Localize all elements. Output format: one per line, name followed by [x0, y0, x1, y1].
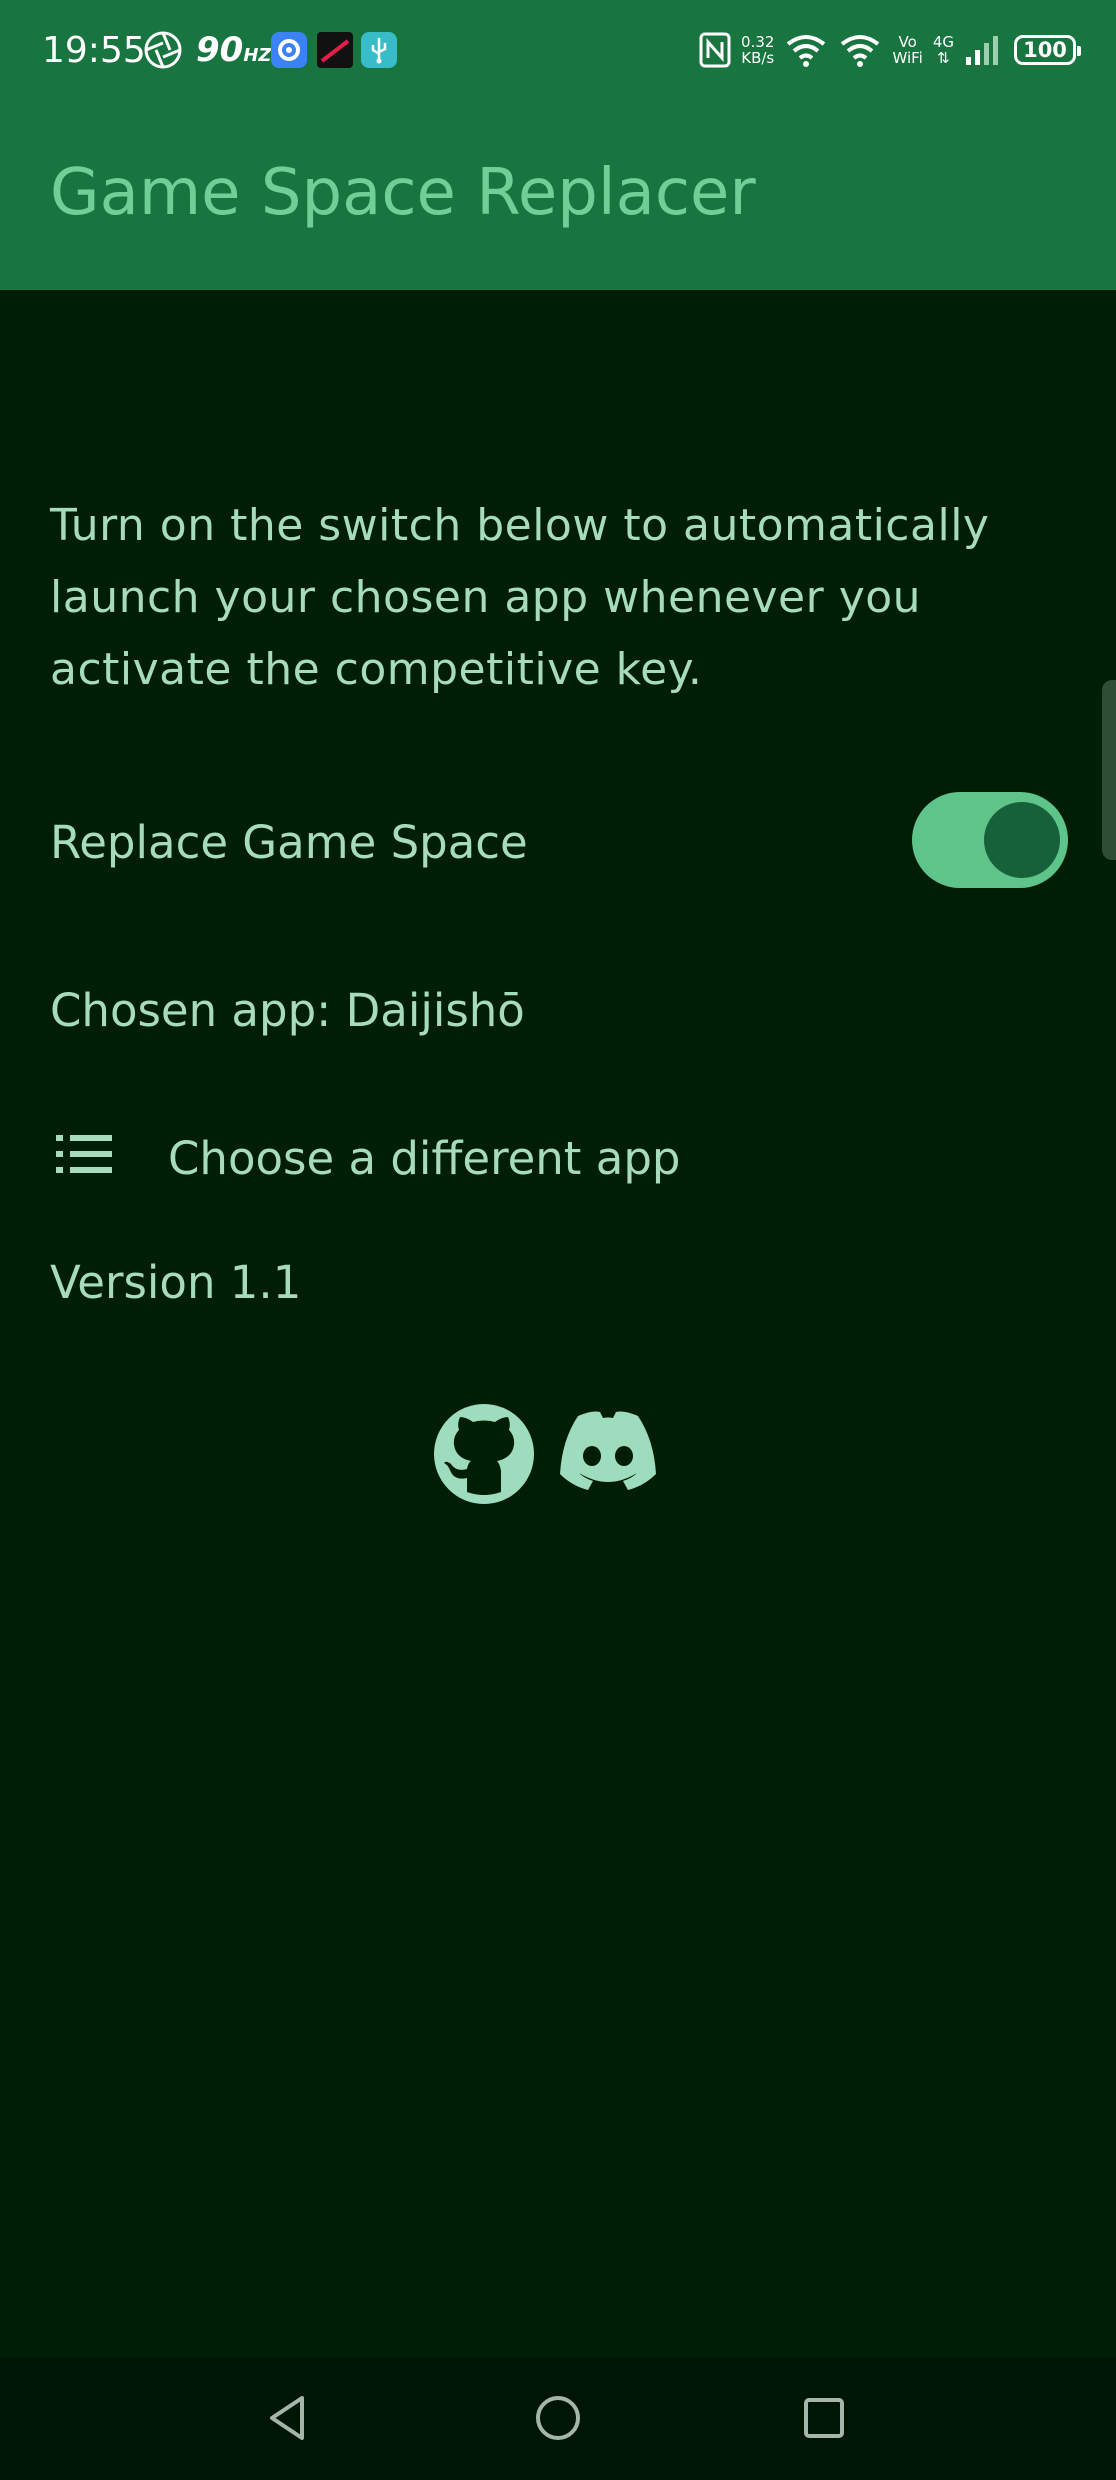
switch-label: Replace Game Space	[50, 816, 528, 869]
status-right: 0.32 KB/s Vo WiFi 4G ⇅ 100	[699, 28, 1081, 72]
social-links	[430, 1398, 670, 1508]
signal-icon	[966, 36, 998, 65]
discord-icon[interactable]	[556, 1408, 660, 1496]
nfc-icon	[699, 32, 731, 68]
settings-app-icon	[271, 32, 307, 68]
battery-icon: 100	[1014, 35, 1081, 65]
wifi-icon-2	[841, 35, 880, 67]
replace-game-space-row[interactable]: Replace Game Space	[0, 788, 1116, 892]
list-icon	[56, 1135, 112, 1173]
aperture-icon	[144, 31, 182, 69]
status-time: 19:55	[42, 30, 146, 71]
wifi-icon	[787, 35, 826, 67]
app-bar: Game Space Replacer	[0, 100, 1116, 290]
switch-thumb[interactable]	[984, 802, 1060, 878]
navigation-bar	[0, 2358, 1116, 2480]
version-text: Version 1.1	[50, 1256, 302, 1309]
replace-game-space-switch[interactable]	[912, 792, 1068, 888]
choose-different-app-label: Choose a different app	[168, 1132, 681, 1185]
usb-icon	[361, 32, 397, 68]
game-app-icon	[317, 32, 353, 68]
network-indicator: 4G ⇅	[932, 33, 954, 67]
github-icon[interactable]	[432, 1402, 536, 1506]
back-icon[interactable]	[258, 2388, 318, 2448]
description-text: Turn on the switch below to automaticall…	[50, 500, 990, 695]
net-speed: 0.32 KB/s	[741, 33, 775, 67]
chosen-app-text: Chosen app: Daijishō	[50, 984, 525, 1037]
choose-different-app-button[interactable]: Choose a different app	[0, 1108, 1116, 1208]
edge-panel-handle[interactable]	[1102, 680, 1116, 860]
app-title: Game Space Replacer	[50, 156, 756, 230]
recents-icon[interactable]	[794, 2388, 854, 2448]
refresh-rate: 90HZ	[196, 30, 272, 70]
vowifi-indicator: Vo WiFi	[892, 33, 923, 67]
status-bar: 19:55 90HZ 0.32 KB/s Vo WiFi 4G ⇅ 100	[0, 0, 1116, 100]
home-icon[interactable]	[528, 2388, 588, 2448]
